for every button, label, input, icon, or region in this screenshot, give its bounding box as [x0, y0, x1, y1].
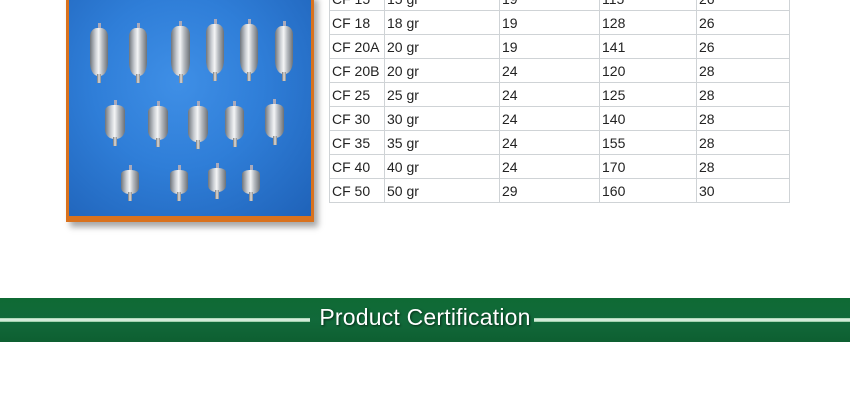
table-row: CF 1515 gr1911526: [329, 0, 790, 11]
certification-banner: Product Certification: [0, 298, 850, 342]
table-cell-size: 28: [696, 106, 790, 131]
filter-drier-image: [171, 21, 190, 83]
table-cell-diameter: 24: [499, 130, 600, 155]
table-cell-model: CF 18: [329, 10, 385, 35]
table-cell-length: 141: [599, 34, 697, 59]
table-cell-diameter: 24: [499, 154, 600, 179]
table-cell-length: 120: [599, 58, 697, 83]
table-row: CF 40 40 gr 24 170 28: [329, 154, 790, 179]
table-cell-model: CF 30: [329, 106, 385, 131]
table-cell-length: 125: [599, 82, 697, 107]
table-cell-model: CF 15: [329, 0, 385, 11]
table-cell-size: 26: [696, 0, 790, 11]
table-cell-model: CF 35: [329, 130, 385, 155]
table-cell-size: 26: [696, 10, 790, 35]
filter-drier-image: [121, 165, 139, 201]
filter-drier-image: [240, 19, 258, 81]
table-row: CF 25 25 gr 24 125 28: [329, 82, 790, 107]
table-cell-model: CF 25: [329, 82, 385, 107]
filter-drier-image: [188, 101, 208, 149]
table-cell-model: CF 50: [329, 178, 385, 203]
filter-drier-image: [225, 101, 244, 147]
table-cell-diameter: 24: [499, 82, 600, 107]
table-cell-weight: 18 gr: [384, 10, 500, 35]
table-cell-model: CF 20A: [329, 34, 385, 59]
filter-drier-image: [275, 21, 293, 81]
filter-drier-image: [170, 165, 188, 201]
table-cell-weight: 20 gr: [384, 34, 500, 59]
table-cell-length: 128: [599, 10, 697, 35]
banner-title: Product Certification: [319, 304, 531, 330]
filter-drier-image: [148, 101, 168, 147]
table-cell-diameter: 19: [499, 0, 600, 11]
table-cell-size: 30: [696, 178, 790, 203]
filter-drier-image: [208, 163, 226, 199]
table-row: CF 20A 20 gr 19 141 26: [329, 34, 790, 59]
table-cell-model: CF 40: [329, 154, 385, 179]
table-cell-weight: 50 gr: [384, 178, 500, 203]
table-cell-size: 28: [696, 130, 790, 155]
table-cell-weight: 20 gr: [384, 58, 500, 83]
table-cell-diameter: 19: [499, 10, 600, 35]
table-cell-weight: 15 gr: [384, 0, 500, 11]
table-cell-diameter: 24: [499, 58, 600, 83]
product-spec-table: CF 1515 gr1911526CF 1818 gr1912826CF 20A…: [329, 0, 790, 203]
table-row: CF 20B 20 gr 24 120 28: [329, 58, 790, 83]
product-photo: [69, 0, 311, 216]
table-row: CF 30 30 gr 24 140 28: [329, 106, 790, 131]
table-row: CF 50 50 gr 29 160 30: [329, 178, 790, 203]
table-cell-weight: 30 gr: [384, 106, 500, 131]
table-cell-length: 160: [599, 178, 697, 203]
table-cell-size: 28: [696, 154, 790, 179]
table-cell-length: 155: [599, 130, 697, 155]
product-photo-frame: [66, 0, 314, 222]
table-cell-size: 26: [696, 34, 790, 59]
table-cell-diameter: 24: [499, 106, 600, 131]
table-cell-model: CF 20B: [329, 58, 385, 83]
filter-drier-image: [242, 165, 260, 201]
table-cell-weight: 35 gr: [384, 130, 500, 155]
table-cell-diameter: 29: [499, 178, 600, 203]
filter-drier-image: [265, 99, 284, 145]
table-cell-size: 28: [696, 58, 790, 83]
filter-drier-image: [129, 23, 147, 83]
filter-drier-image: [105, 100, 125, 146]
spec-table-body: CF 1515 gr1911526CF 1818 gr1912826CF 20A…: [329, 0, 790, 203]
table-cell-length: 140: [599, 106, 697, 131]
table-row: CF 35 35 gr 24 155 28: [329, 130, 790, 155]
table-cell-diameter: 19: [499, 34, 600, 59]
table-cell-weight: 40 gr: [384, 154, 500, 179]
table-cell-length: 115: [599, 0, 697, 11]
filter-drier-image: [90, 23, 108, 83]
filter-drier-image: [206, 19, 224, 81]
table-cell-length: 170: [599, 154, 697, 179]
table-cell-weight: 25 gr: [384, 82, 500, 107]
table-cell-size: 28: [696, 82, 790, 107]
table-row: CF 18 18 gr 19 128 26: [329, 10, 790, 35]
